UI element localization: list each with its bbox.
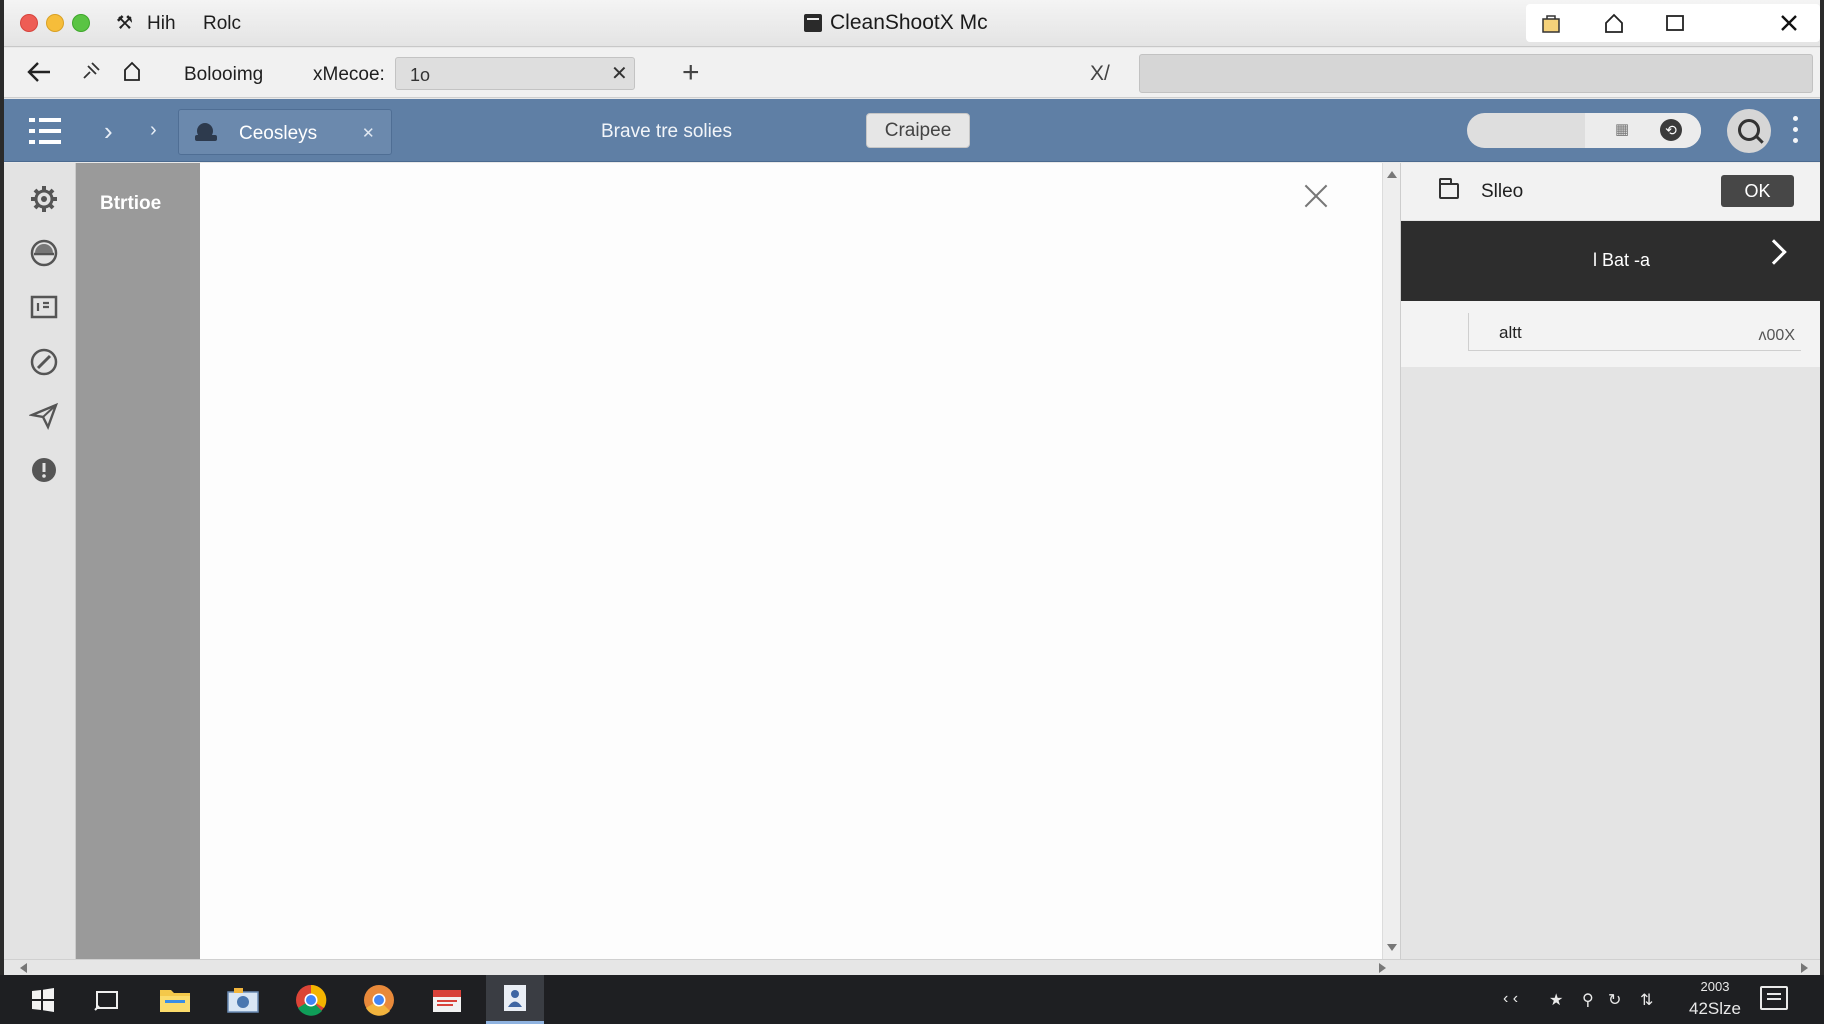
user-icon: [195, 123, 217, 141]
field-label: altt: [1499, 323, 1522, 342]
camera-app-icon[interactable]: [214, 975, 272, 1024]
field-value: ʌ00X: [1758, 327, 1795, 344]
window-controls: [1526, 4, 1820, 42]
title-bar: ⚒ Hih Rolc CleanShootX Mc: [4, 0, 1820, 47]
scroll-right-end-icon[interactable]: [1801, 963, 1808, 973]
gear-icon[interactable]: [28, 183, 60, 215]
menu-item-1[interactable]: Hih: [147, 13, 176, 35]
info-icon[interactable]: [28, 454, 60, 486]
taskbar: ‹ ‹ ★ ⚲ ↻ ⇅ 2003 42Slze: [0, 975, 1824, 1024]
toolbar-center-text: Brave tre solies: [601, 121, 732, 142]
grid-icon[interactable]: ▦: [1615, 120, 1629, 138]
maximize-icon[interactable]: [1656, 7, 1694, 39]
icon-rail: [4, 163, 76, 959]
close-icon[interactable]: [1770, 7, 1808, 39]
right-panel-header: Slleo OK: [1401, 163, 1820, 220]
back-arrow-icon[interactable]: [26, 60, 52, 89]
chevron-right-icon[interactable]: ›: [104, 116, 113, 147]
right-panel-field[interactable]: altt ʌ00X: [1468, 313, 1801, 351]
app-window: ⚒ Hih Rolc CleanShootX Mc Bolooimg xMeco…: [4, 0, 1820, 975]
ok-button[interactable]: OK: [1721, 175, 1794, 207]
xy-label[interactable]: X/: [1090, 62, 1110, 86]
file-explorer-icon[interactable]: [146, 975, 204, 1024]
sidebar-title[interactable]: Btrtioe: [100, 193, 161, 215]
navigation-bar: Bolooimg xMecoe: 1o ✕ + X/: [4, 48, 1820, 98]
right-panel-selected-item[interactable]: l Bat -a: [1401, 221, 1820, 301]
scroll-left-icon[interactable]: [20, 963, 27, 973]
breadcrumb[interactable]: Ceosleys ✕: [178, 109, 392, 155]
toolbar: › › Ceosleys ✕ Brave tre solies Craipee …: [4, 99, 1820, 162]
tray-sync-icon[interactable]: ↻: [1608, 990, 1621, 1010]
window-title: CleanShootX Mc: [804, 11, 988, 35]
bag-icon[interactable]: [1532, 7, 1570, 39]
scroll-down-icon[interactable]: [1387, 944, 1397, 951]
toolbar-button[interactable]: Craipee: [866, 113, 970, 148]
scroll-up-icon[interactable]: [1387, 171, 1397, 178]
horizontal-scrollbar[interactable]: [4, 959, 1820, 975]
zoom-window-button[interactable]: [72, 14, 90, 32]
folder-icon: [1439, 178, 1459, 199]
search-field[interactable]: ▦ ⟲: [1467, 113, 1701, 148]
chrome-icon[interactable]: [282, 975, 340, 1024]
mail-app-icon[interactable]: [418, 975, 476, 1024]
disk-icon[interactable]: [28, 237, 60, 269]
window-title-text: CleanShootX Mc: [830, 11, 988, 34]
address-bar[interactable]: [1139, 54, 1813, 93]
tray-star-icon[interactable]: ★: [1549, 990, 1563, 1010]
start-button[interactable]: [14, 975, 72, 1024]
chrome-alt-icon[interactable]: [350, 975, 408, 1024]
more-options-icon[interactable]: [1793, 116, 1799, 144]
send-icon[interactable]: [28, 400, 60, 432]
selected-item-label: l Bat -a: [1593, 250, 1651, 270]
menu-item-2[interactable]: Rolc: [203, 13, 241, 35]
refresh-icon[interactable]: ⟲: [1660, 119, 1682, 141]
document-icon: [804, 14, 822, 32]
right-panel: Slleo OK l Bat -a altt ʌ00X: [1400, 163, 1820, 959]
tool-icon[interactable]: ⚒: [116, 12, 133, 35]
search-icon[interactable]: [1727, 109, 1771, 153]
home-icon[interactable]: [1595, 7, 1633, 39]
new-tab-button[interactable]: +: [682, 56, 700, 90]
chevron-right-icon[interactable]: [1761, 239, 1787, 265]
breadcrumb-label: Ceosleys: [239, 123, 318, 144]
nav-tab[interactable]: Bolooimg: [184, 64, 263, 86]
system-clock[interactable]: 2003 42Slze: [1680, 977, 1750, 1021]
tray-network-icon[interactable]: ⇅: [1640, 990, 1653, 1010]
close-window-button[interactable]: [20, 14, 38, 32]
nav-input[interactable]: 1o: [395, 57, 635, 90]
tray-arrows-icon[interactable]: ‹ ‹: [1503, 990, 1518, 1008]
clear-input-icon[interactable]: ✕: [611, 61, 628, 86]
list-menu-icon[interactable]: [29, 118, 61, 144]
notification-icon[interactable]: [1760, 986, 1788, 1010]
scroll-right-icon[interactable]: [1379, 963, 1386, 973]
compass-icon[interactable]: [28, 346, 60, 378]
breadcrumb-close-icon[interactable]: ✕: [362, 124, 375, 142]
nav-field-label: xMecoe:: [313, 64, 385, 85]
active-app-icon[interactable]: [486, 975, 544, 1024]
search-field-segment: [1585, 113, 1701, 148]
sidebar: Btrtioe: [76, 163, 200, 959]
main-content: [200, 163, 1382, 959]
home-nav-icon[interactable]: [122, 60, 142, 87]
chevron-right-small-icon[interactable]: ›: [150, 119, 157, 142]
close-content-icon[interactable]: [1303, 183, 1329, 209]
pin-icon[interactable]: [80, 60, 102, 87]
vertical-scrollbar[interactable]: [1382, 163, 1400, 959]
right-panel-row: altt ʌ00X: [1401, 301, 1820, 367]
clock-date: 42Slze: [1689, 999, 1741, 1018]
task-view-icon[interactable]: [78, 975, 136, 1024]
panel-icon[interactable]: [28, 291, 60, 323]
clock-time: 2003: [1700, 979, 1730, 994]
right-panel-title: Slleo: [1481, 181, 1524, 202]
minimize-window-button[interactable]: [46, 14, 64, 32]
tray-location-icon[interactable]: ⚲: [1582, 990, 1594, 1010]
screen: ⚒ Hih Rolc CleanShootX Mc Bolooimg xMeco…: [0, 0, 1824, 1024]
